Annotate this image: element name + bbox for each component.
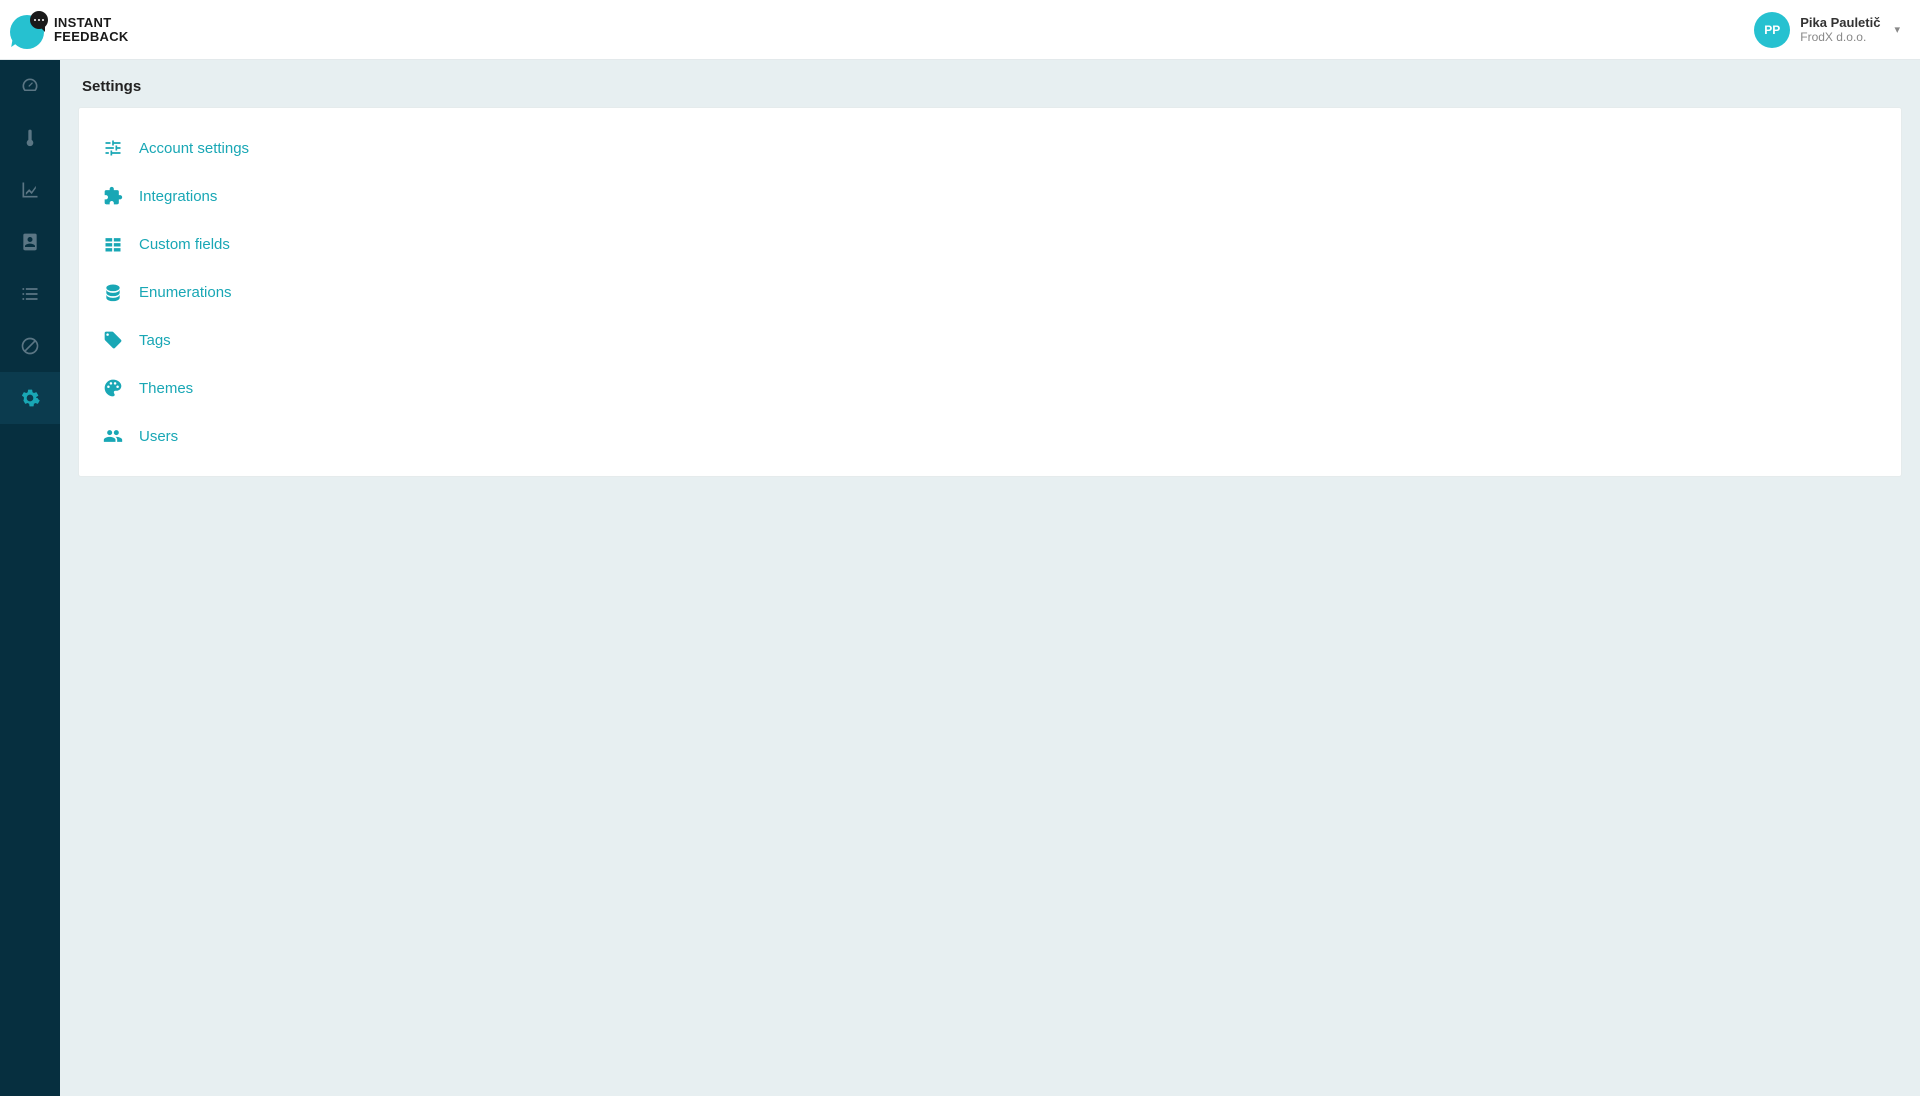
settings-link-enumerations[interactable]: Enumerations bbox=[101, 268, 1879, 316]
page-title: Settings bbox=[60, 60, 1920, 107]
brand-line2: FEEDBACK bbox=[54, 30, 129, 44]
ban-icon bbox=[20, 336, 40, 356]
settings-link-tags[interactable]: Tags bbox=[101, 316, 1879, 364]
settings-link-themes[interactable]: Themes bbox=[101, 364, 1879, 412]
chart-line-icon bbox=[20, 180, 40, 200]
settings-card: Account settings Integrations Custom field… bbox=[78, 107, 1902, 477]
settings-link-label: Custom fields bbox=[139, 236, 230, 253]
database-icon bbox=[103, 282, 123, 302]
user-name: Pika Pauletič bbox=[1800, 15, 1880, 31]
settings-link-label: Enumerations bbox=[139, 284, 232, 301]
user-org: FrodX d.o.o. bbox=[1800, 30, 1880, 44]
sidebar-item-tasks[interactable] bbox=[0, 268, 60, 320]
sidebar-item-temperature[interactable] bbox=[0, 112, 60, 164]
logo-mark bbox=[10, 11, 48, 49]
settings-link-users[interactable]: Users bbox=[101, 412, 1879, 460]
thermometer-icon bbox=[20, 128, 40, 148]
gear-icon bbox=[20, 388, 40, 408]
main-content: Settings Account settings Integrations Cus… bbox=[60, 60, 1920, 1096]
user-menu[interactable]: PP Pika Pauletič FrodX d.o.o. ▾ bbox=[1754, 12, 1900, 48]
palette-icon bbox=[103, 378, 123, 398]
tags-icon bbox=[103, 330, 123, 350]
puzzle-icon bbox=[103, 186, 123, 206]
sidebar-item-analytics[interactable] bbox=[0, 164, 60, 216]
settings-link-label: Themes bbox=[139, 380, 193, 397]
brand-text: INSTANT FEEDBACK bbox=[54, 16, 129, 43]
settings-link-custom-fields[interactable]: Custom fields bbox=[101, 220, 1879, 268]
brand-line1: INSTANT bbox=[54, 16, 129, 30]
address-book-icon bbox=[20, 232, 40, 252]
settings-link-label: Tags bbox=[139, 332, 171, 349]
settings-link-label: Users bbox=[139, 428, 178, 445]
settings-link-label: Account settings bbox=[139, 140, 249, 157]
settings-link-integrations[interactable]: Integrations bbox=[101, 172, 1879, 220]
brand-logo[interactable]: INSTANT FEEDBACK bbox=[10, 11, 129, 49]
gauge-icon bbox=[20, 76, 40, 96]
checklist-icon bbox=[20, 284, 40, 304]
chevron-down-icon: ▾ bbox=[1894, 23, 1900, 36]
header: INSTANT FEEDBACK PP Pika Pauletič FrodX … bbox=[0, 0, 1920, 60]
settings-link-label: Integrations bbox=[139, 188, 217, 205]
sidebar-item-settings[interactable] bbox=[0, 372, 60, 424]
users-icon bbox=[103, 426, 123, 446]
sliders-icon bbox=[103, 138, 123, 158]
sidebar-item-contacts[interactable] bbox=[0, 216, 60, 268]
avatar: PP bbox=[1754, 12, 1790, 48]
sidebar-item-blocked[interactable] bbox=[0, 320, 60, 372]
settings-link-account-settings[interactable]: Account settings bbox=[101, 124, 1879, 172]
sidebar-item-dashboard[interactable] bbox=[0, 60, 60, 112]
grid-icon bbox=[103, 234, 123, 254]
sidebar bbox=[0, 60, 60, 1096]
